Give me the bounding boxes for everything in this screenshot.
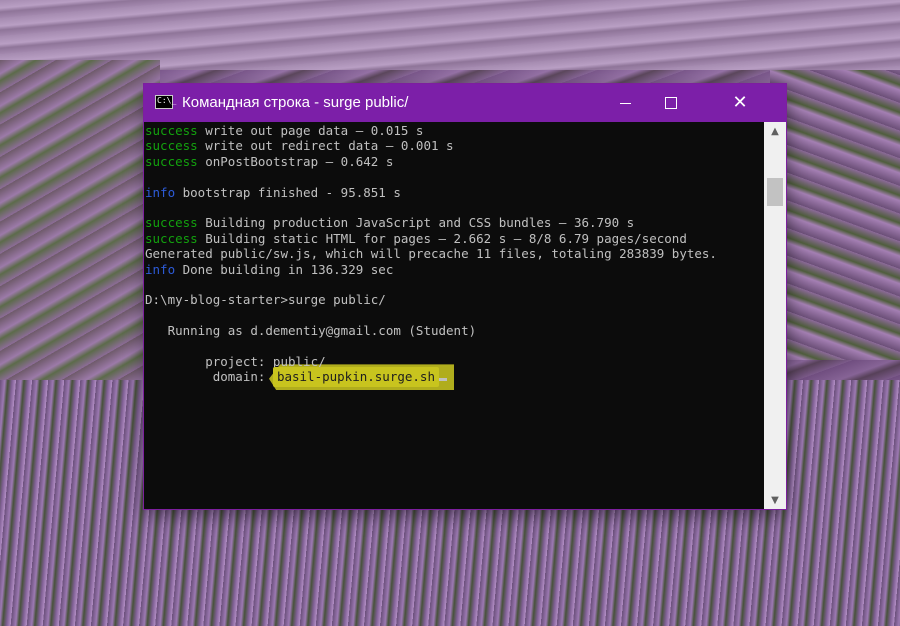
vertical-scrollbar[interactable]: ▲ ▼ bbox=[764, 122, 786, 509]
console-line: Generated public/sw.js, which will preca… bbox=[145, 246, 717, 261]
wallpaper-field-left bbox=[0, 60, 160, 390]
console-line-text: Building production JavaScript and CSS b… bbox=[197, 215, 635, 231]
success-tag: success bbox=[145, 138, 198, 154]
console-line: domain: basil-pupkin.surge.sh bbox=[145, 367, 447, 388]
console-line: success Building production JavaScript a… bbox=[145, 215, 634, 230]
success-tag: success bbox=[145, 153, 198, 169]
console-line: success onPostBootstrap — 0.642 s bbox=[145, 154, 393, 169]
console-line-text: Generated public/sw.js, which will preca… bbox=[145, 246, 717, 262]
console-output[interactable]: success write out page data — 0.015 s suc… bbox=[144, 122, 764, 509]
console-line: success Building static HTML for pages —… bbox=[145, 231, 687, 246]
window-title: Командная строка - surge public/ bbox=[182, 94, 409, 111]
console-line-text: Done building in 136.329 sec bbox=[175, 261, 394, 277]
minimize-icon bbox=[619, 102, 631, 104]
console-line: info bootstrap finished - 95.851 s bbox=[145, 185, 401, 200]
console-line-text: domain: bbox=[145, 369, 273, 385]
console-line: success write out page data — 0.015 s bbox=[145, 123, 423, 138]
minimize-button[interactable] bbox=[602, 84, 648, 122]
console-line-text: onPostBootstrap — 0.642 s bbox=[197, 153, 394, 169]
scroll-up-icon[interactable]: ▲ bbox=[764, 122, 786, 140]
console-window[interactable]: C:\_ Командная строка - surge public/ ✕ … bbox=[144, 84, 786, 509]
console-line-text: write out redirect data — 0.001 s bbox=[197, 138, 454, 154]
info-tag: info bbox=[145, 184, 176, 200]
console-line-text: D:\my-blog-starter>surge public/ bbox=[145, 292, 386, 308]
cmd-icon[interactable]: C:\_ bbox=[155, 95, 177, 109]
maximize-icon bbox=[665, 97, 677, 109]
info-tag: info bbox=[145, 261, 176, 277]
close-button[interactable]: ✕ bbox=[694, 84, 786, 122]
success-tag: success bbox=[145, 123, 198, 138]
console-line: info Done building in 136.329 sec bbox=[145, 262, 393, 277]
console-line: success write out redirect data — 0.001 … bbox=[145, 138, 454, 153]
console-line-text: bootstrap finished - 95.851 s bbox=[175, 184, 401, 200]
cmd-icon-label: C:\_ bbox=[157, 96, 177, 105]
wallpaper-field-right bbox=[770, 70, 900, 360]
console-line: Running as d.dementiy@gmail.com (Student… bbox=[145, 323, 477, 339]
scroll-thumb[interactable] bbox=[767, 178, 783, 206]
success-tag: success bbox=[145, 230, 198, 246]
success-tag: success bbox=[145, 215, 198, 231]
domain-value[interactable]: basil-pupkin.surge.sh bbox=[272, 367, 439, 388]
maximize-button[interactable] bbox=[648, 84, 694, 122]
text-cursor bbox=[438, 378, 447, 382]
console-line-text: write out page data — 0.015 s bbox=[197, 123, 424, 138]
title-bar[interactable]: C:\_ Командная строка - surge public/ ✕ bbox=[144, 84, 786, 122]
console-line: D:\my-blog-starter>surge public/ bbox=[145, 292, 386, 307]
scroll-down-icon[interactable]: ▼ bbox=[764, 491, 786, 509]
close-icon: ✕ bbox=[732, 92, 748, 113]
console-line-text: Running as d.dementiy@gmail.com (Student… bbox=[145, 323, 477, 339]
console-line-text: Building static HTML for pages — 2.662 s… bbox=[197, 230, 687, 246]
